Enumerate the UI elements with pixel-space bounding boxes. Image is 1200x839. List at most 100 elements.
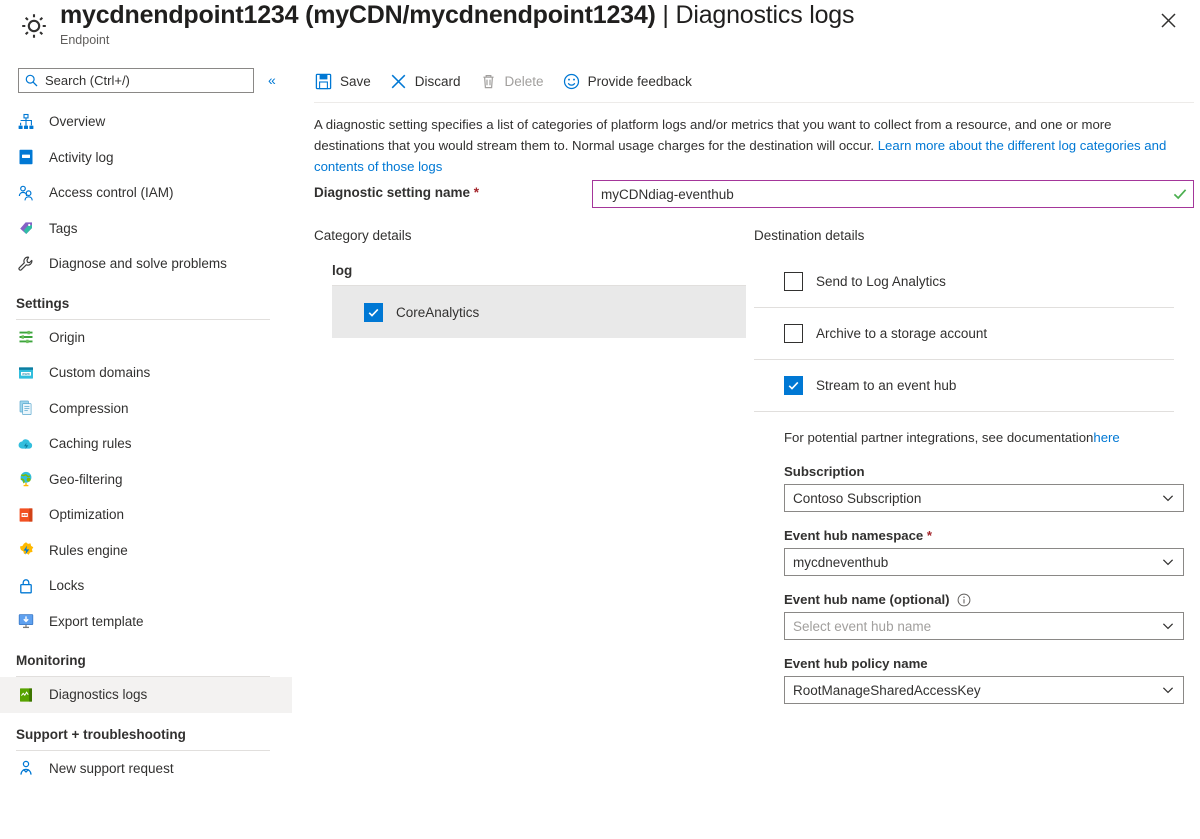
- chevron-down-icon: [1153, 491, 1183, 505]
- provide-feedback-button[interactable]: Provide feedback: [562, 66, 692, 96]
- destination-row-label: Send to Log Analytics: [816, 274, 946, 289]
- sidebar-item-custom-domains[interactable]: www Custom domains: [0, 355, 292, 391]
- support-request-icon: [16, 758, 36, 778]
- sidebar-item-activity-log[interactable]: Activity log: [0, 140, 292, 176]
- destination-row-log-analytics[interactable]: Send to Log Analytics: [754, 256, 1174, 308]
- delete-button: Delete: [479, 66, 544, 96]
- sidebar-item-label: Export template: [49, 614, 144, 629]
- category-rows: CoreAnalytics: [332, 285, 746, 338]
- event-hub-name-dropdown[interactable]: Select event hub name: [784, 612, 1184, 640]
- access-control-icon: [16, 183, 36, 203]
- optimization-icon: [16, 505, 36, 525]
- event-hub-namespace-label: Event hub namespace *: [784, 528, 1174, 543]
- chevron-down-icon: [1153, 619, 1183, 633]
- sidebar-item-label: Caching rules: [49, 436, 132, 451]
- subscription-label: Subscription: [784, 464, 1174, 479]
- export-template-icon: [16, 611, 36, 631]
- note-text: For potential partner integrations, see …: [784, 430, 1093, 445]
- label-text: Diagnostic setting name: [314, 185, 470, 200]
- toolbar-divider: [314, 102, 1194, 103]
- page-title-page: Diagnostics logs: [675, 1, 854, 29]
- info-icon[interactable]: [957, 593, 971, 607]
- page-title-resource: mycdnendpoint1234 (myCDN/mycdnendpoint12…: [60, 1, 656, 29]
- close-icon[interactable]: [1154, 6, 1182, 34]
- sidebar: « Overview: [0, 60, 292, 839]
- smiley-icon: [562, 72, 581, 91]
- sidebar-nav: Overview Activity log: [0, 104, 292, 786]
- destination-row-event-hub[interactable]: Stream to an event hub: [754, 360, 1174, 412]
- destination-row-storage-account[interactable]: Archive to a storage account: [754, 308, 1174, 360]
- checkbox-archive-to-storage-account[interactable]: [784, 324, 803, 343]
- field-subscription: Subscription Contoso Subscription: [754, 464, 1174, 512]
- event-hub-namespace-dropdown[interactable]: mycdneventhub: [784, 548, 1184, 576]
- destination-row-label: Stream to an event hub: [816, 378, 956, 393]
- valid-check-icon: [1167, 186, 1193, 202]
- field-event-hub-policy-name: Event hub policy name RootManageSharedAc…: [754, 656, 1174, 704]
- sidebar-item-geo-filtering[interactable]: Geo-filtering: [0, 462, 292, 498]
- category-row-label: CoreAnalytics: [396, 305, 479, 320]
- sidebar-item-label: Custom domains: [49, 365, 150, 380]
- save-icon: [314, 72, 333, 91]
- sidebar-item-export-template[interactable]: Export template: [0, 604, 292, 640]
- required-marker: *: [923, 528, 932, 543]
- event-hub-namespace-value: mycdneventhub: [785, 555, 1153, 570]
- sidebar-item-label: Diagnose and solve problems: [49, 256, 227, 271]
- page-title-separator: |: [656, 1, 676, 29]
- sidebar-item-caching-rules[interactable]: Caching rules: [0, 426, 292, 462]
- sidebar-item-compression[interactable]: Compression: [0, 391, 292, 427]
- subscription-value: Contoso Subscription: [785, 491, 1153, 506]
- label-text: Event hub name (optional): [784, 592, 950, 607]
- sidebar-item-diagnostics-logs[interactable]: Diagnostics logs: [0, 677, 292, 713]
- here-link[interactable]: here: [1093, 430, 1119, 445]
- command-toolbar: Save Discard Delete: [314, 66, 710, 96]
- trash-icon: [479, 72, 498, 91]
- diagnostic-setting-name-field[interactable]: [592, 180, 1194, 208]
- sidebar-item-label: Locks: [49, 578, 84, 593]
- sidebar-item-label: Optimization: [49, 507, 124, 522]
- sidebar-group-label: Monitoring: [16, 653, 292, 668]
- event-hub-policy-name-label: Event hub policy name: [784, 656, 1174, 671]
- sidebar-item-access-control[interactable]: Access control (IAM): [0, 175, 292, 211]
- sidebar-item-new-support-request[interactable]: New support request: [0, 751, 292, 787]
- sidebar-search-row: «: [18, 68, 280, 94]
- collapse-sidebar-icon[interactable]: «: [268, 70, 276, 90]
- label-text: Event hub policy name: [784, 656, 928, 671]
- sidebar-item-diagnose[interactable]: Diagnose and solve problems: [0, 246, 292, 282]
- sidebar-item-optimization[interactable]: Optimization: [0, 497, 292, 533]
- checkbox-send-to-log-analytics[interactable]: [784, 272, 803, 291]
- event-hub-policy-name-dropdown[interactable]: RootManageSharedAccessKey: [784, 676, 1184, 704]
- rules-engine-icon: [16, 540, 36, 560]
- page-header: mycdnendpoint1234 (myCDN/mycdnendpoint12…: [0, 0, 1200, 58]
- field-event-hub-namespace: Event hub namespace * mycdneventhub: [754, 528, 1174, 576]
- sidebar-item-origin[interactable]: Origin: [0, 320, 292, 356]
- sidebar-group-settings: Settings: [0, 282, 292, 313]
- sidebar-item-label: Geo-filtering: [49, 472, 123, 487]
- search-box[interactable]: [18, 68, 254, 93]
- save-button[interactable]: Save: [314, 66, 371, 96]
- sidebar-item-locks[interactable]: Locks: [0, 568, 292, 604]
- diagnostic-setting-name-input[interactable]: [593, 187, 1167, 202]
- checkbox-coreanalytics[interactable]: [364, 303, 383, 322]
- sidebar-item-label: Compression: [49, 401, 129, 416]
- sidebar-item-overview[interactable]: Overview: [0, 104, 292, 140]
- label-text: Subscription: [784, 464, 865, 479]
- sidebar-item-rules-engine[interactable]: Rules engine: [0, 533, 292, 569]
- category-row-coreanalytics[interactable]: CoreAnalytics: [332, 286, 746, 338]
- checkbox-stream-to-event-hub[interactable]: [784, 376, 803, 395]
- destination-row-label: Archive to a storage account: [816, 326, 987, 341]
- discard-button[interactable]: Discard: [389, 66, 461, 96]
- search-input[interactable]: [43, 72, 233, 89]
- event-hub-name-value: Select event hub name: [785, 619, 1153, 634]
- gear-icon: [16, 8, 52, 44]
- sidebar-item-tags[interactable]: Tags: [0, 211, 292, 247]
- category-details-heading: Category details: [314, 228, 412, 243]
- field-event-hub-name: Event hub name (optional) Select event h…: [754, 592, 1174, 640]
- custom-domains-icon: www: [16, 363, 36, 383]
- destination-details-heading: Destination details: [754, 228, 864, 243]
- sidebar-group-label: Support + troubleshooting: [16, 727, 292, 742]
- subscription-dropdown[interactable]: Contoso Subscription: [784, 484, 1184, 512]
- chevron-down-icon: [1153, 555, 1183, 569]
- origin-icon: [16, 327, 36, 347]
- overview-icon: [16, 112, 36, 132]
- sidebar-group-monitoring: Monitoring: [0, 639, 292, 670]
